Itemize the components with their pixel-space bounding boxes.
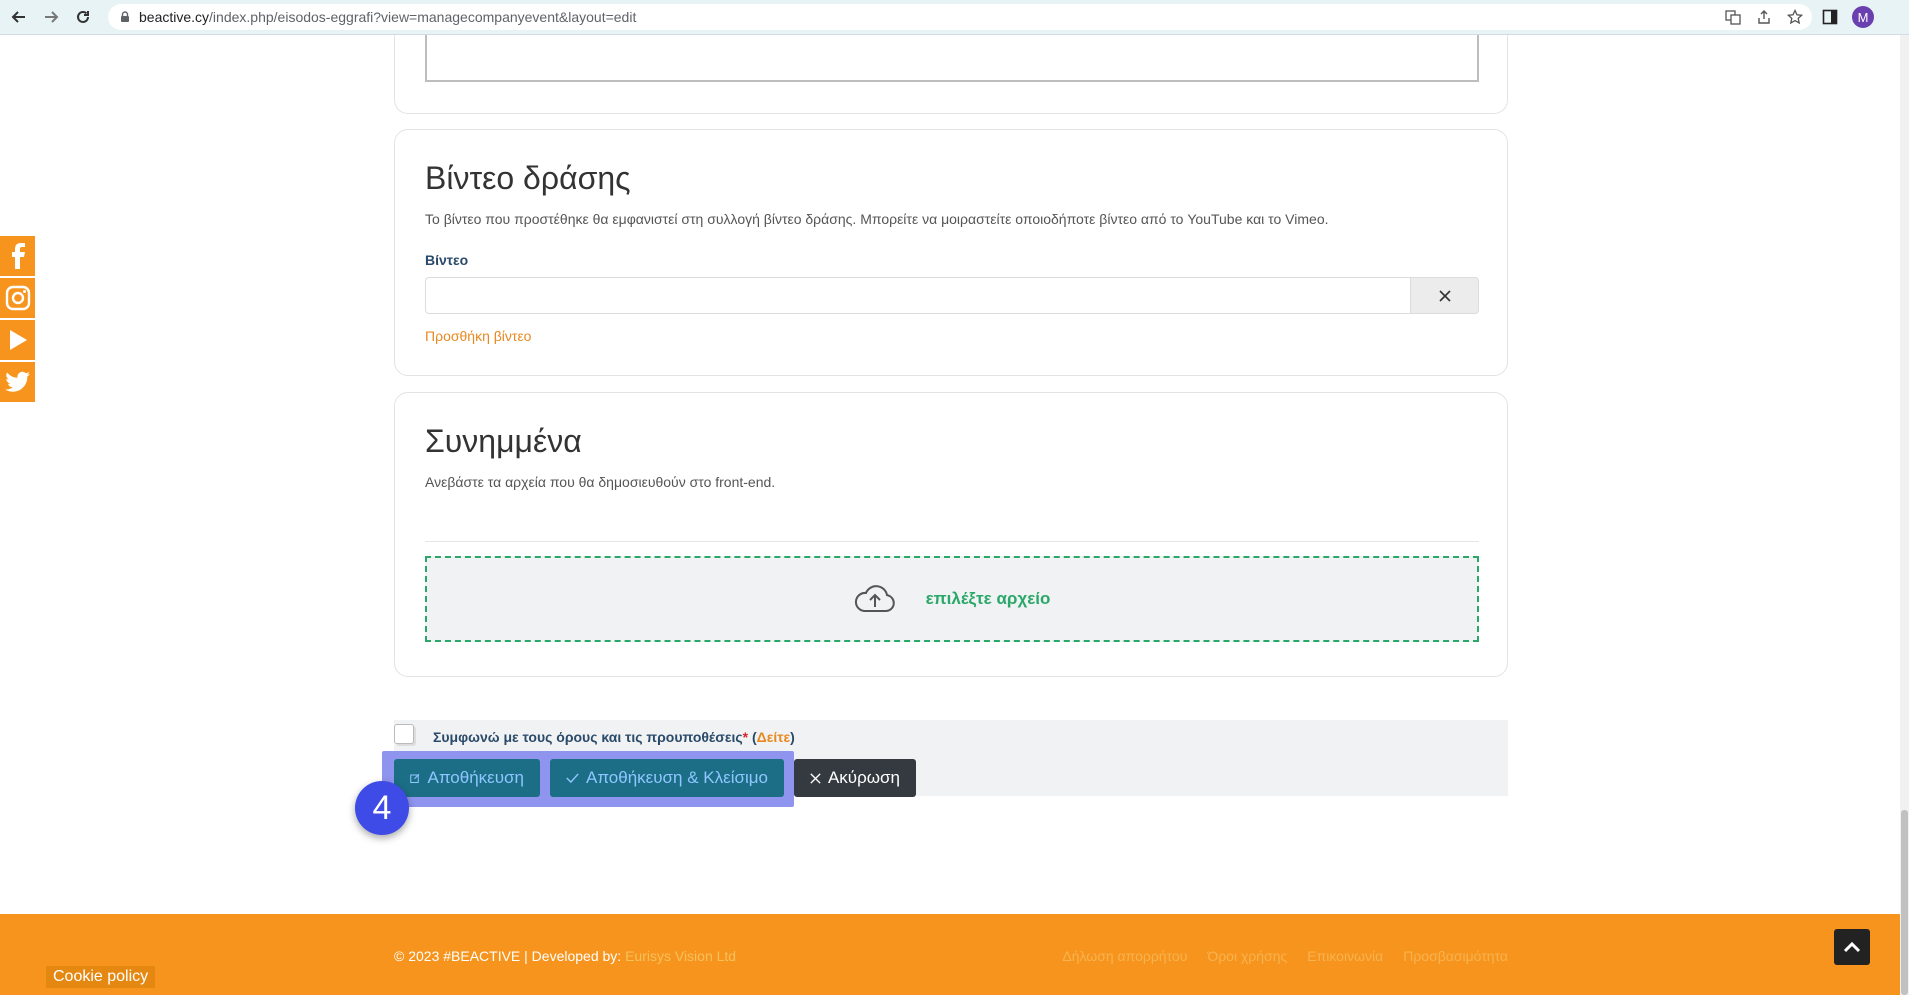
- footer-link-contact[interactable]: Επικοινωνία: [1307, 948, 1383, 964]
- footer-link-privacy[interactable]: Δήλωση απορρήτου: [1062, 948, 1187, 964]
- share-icon[interactable]: [1756, 9, 1772, 25]
- instagram-icon[interactable]: [0, 278, 35, 318]
- video-section-title: Βίντεο δράσης: [425, 160, 631, 196]
- video-section-card: Βίντεο δράσης Το βίντεο που προστέθηκε θ…: [394, 129, 1508, 376]
- file-upload-dropzone[interactable]: επιλέξτε αρχείο: [425, 556, 1479, 642]
- social-bar: [0, 236, 35, 404]
- step-number-badge: 4: [355, 781, 409, 835]
- terms-see-link[interactable]: Δείτε: [757, 729, 791, 745]
- back-to-top-button[interactable]: [1834, 929, 1870, 965]
- twitter-icon[interactable]: [0, 362, 35, 402]
- previous-section-card: [394, 35, 1508, 114]
- video-url-input[interactable]: [425, 277, 1410, 314]
- close-icon: [1438, 289, 1451, 302]
- cookie-policy-button[interactable]: Cookie policy: [46, 966, 156, 988]
- cloud-upload-icon: [854, 585, 895, 612]
- browser-toolbar: beactive.cy/index.php/eisodos-eggrafi?vi…: [0, 0, 1909, 35]
- attachments-section-title: Συνημμένα: [425, 423, 582, 459]
- close-icon: [810, 772, 821, 784]
- cancel-button[interactable]: Ακύρωση: [794, 759, 916, 797]
- back-icon[interactable]: [8, 6, 30, 28]
- check-icon: [566, 773, 579, 784]
- save-and-close-button[interactable]: Αποθήκευση & Κλείσιμο: [550, 759, 784, 797]
- terms-label: Συμφωνώ με τους όρους και τις προυποθέσε…: [433, 729, 795, 745]
- developer-link[interactable]: Eurisys Vision Ltd: [625, 948, 736, 964]
- scrollbar-thumb[interactable]: [1901, 810, 1908, 995]
- clear-video-button[interactable]: [1410, 277, 1479, 314]
- facebook-icon[interactable]: [0, 236, 35, 276]
- edit-icon: [410, 773, 420, 784]
- footer-links: Δήλωση απορρήτου Όροι χρήσης Επικοινωνία…: [1062, 948, 1508, 964]
- star-icon[interactable]: [1787, 9, 1803, 25]
- attachments-section-card: Συνημμένα Ανεβάστε τα αρχεία που θα δημο…: [394, 392, 1508, 677]
- section-divider: [425, 541, 1479, 542]
- video-field-label: Βίντεο: [425, 252, 469, 268]
- save-button[interactable]: Αποθήκευση: [394, 759, 540, 797]
- chevron-up-icon: [1844, 941, 1860, 953]
- url-text: beactive.cy/index.php/eisodos-eggrafi?vi…: [139, 9, 637, 25]
- translate-icon[interactable]: [1725, 9, 1741, 25]
- side-panel-icon[interactable]: [1822, 9, 1838, 25]
- description-textarea[interactable]: [425, 35, 1479, 82]
- page-scrollbar[interactable]: [1900, 35, 1909, 995]
- video-section-description: Το βίντεο που προστέθηκε θα εμφανιστεί σ…: [425, 211, 1329, 227]
- footer-link-accessibility[interactable]: Προσβασιμότητα: [1403, 948, 1508, 964]
- choose-file-label: επιλέξτε αρχείο: [925, 589, 1051, 608]
- profile-avatar[interactable]: M: [1852, 6, 1874, 28]
- terms-checkbox[interactable]: [394, 724, 414, 744]
- site-footer: © 2023 #BEACTIVE | Developed by: Eurisys…: [0, 914, 1900, 995]
- youtube-icon[interactable]: [0, 320, 35, 360]
- attachments-section-description: Ανεβάστε τα αρχεία που θα δημοσιευθούν σ…: [425, 474, 776, 490]
- forward-icon[interactable]: [40, 6, 62, 28]
- reload-icon[interactable]: [72, 6, 94, 28]
- footer-link-terms[interactable]: Όροι χρήσης: [1207, 948, 1287, 964]
- add-video-link[interactable]: Προσθήκη βίντεο: [425, 328, 531, 344]
- address-bar[interactable]: beactive.cy/index.php/eisodos-eggrafi?vi…: [108, 4, 1812, 30]
- copyright-text: © 2023 #BEACTIVE | Developed by: Eurisys…: [394, 948, 737, 964]
- lock-icon: [121, 11, 129, 22]
